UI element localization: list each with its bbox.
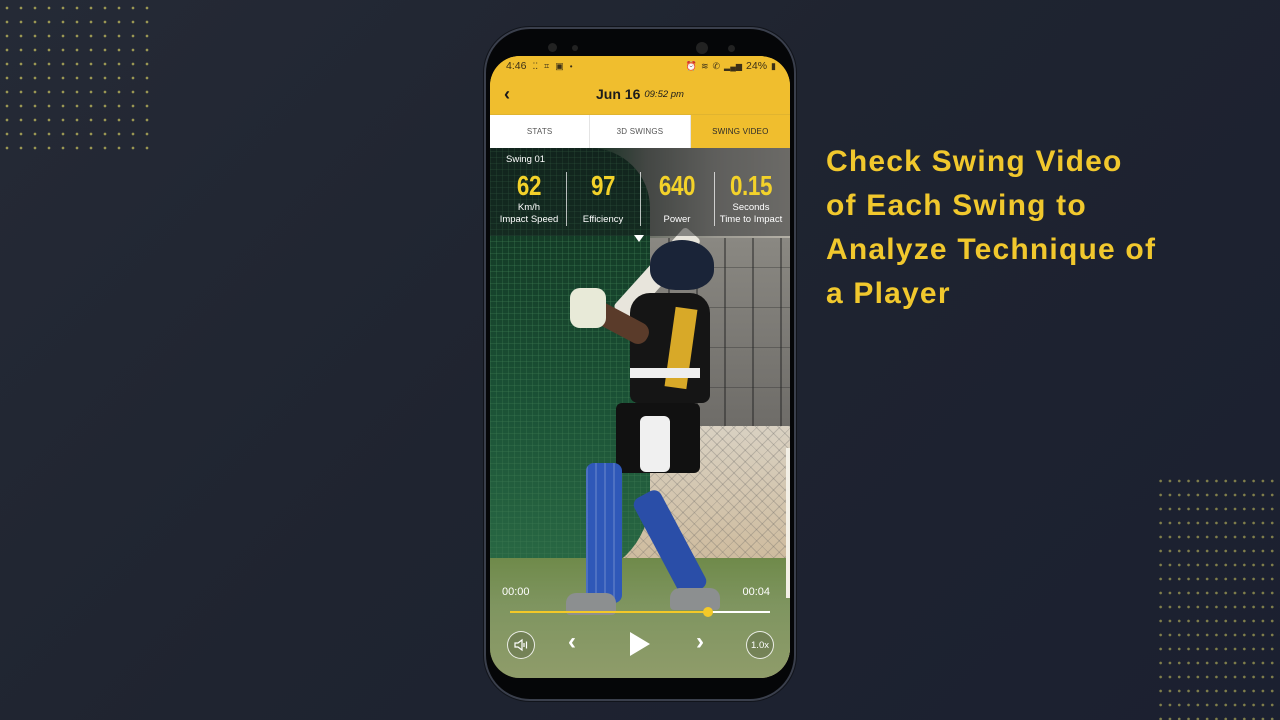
metric-time-to-impact: 0.15 Seconds Time to Impact xyxy=(714,170,788,226)
tab-swing-video[interactable]: SWING VIDEO xyxy=(690,115,790,148)
duration: 00:04 xyxy=(742,586,770,598)
batsman-helmet xyxy=(650,240,714,290)
headline-line: of Each Swing to xyxy=(826,189,1087,222)
tab-stats[interactable]: STATS xyxy=(490,115,591,148)
mute-button[interactable] xyxy=(507,631,535,659)
session-date: Jun 16 xyxy=(596,86,641,102)
chevron-right-icon: › xyxy=(696,628,704,655)
video-stump xyxy=(786,448,790,598)
seek-bar-fill xyxy=(510,611,708,613)
decorative-dot-grid-bottom-right xyxy=(1154,472,1280,720)
swing-metrics: 62 Km/h Impact Speed 97 Efficiency 640 P… xyxy=(492,170,788,226)
seek-bar[interactable] xyxy=(510,607,770,617)
scan-icon: ⌗ xyxy=(544,60,550,71)
batsman-belt xyxy=(630,368,700,378)
status-bar: 4:46 ⁚⁚ ⌗ ▣ • ⏰ ≋ ✆ ▂▄▆ 24% ▮ xyxy=(490,56,790,74)
seek-bar-handle[interactable] xyxy=(702,607,713,617)
metric-unit: Seconds xyxy=(732,202,770,213)
session-time: 09:52 pm xyxy=(644,88,684,100)
swing-video[interactable]: Swing 01 62 Km/h Impact Speed 97 Efficie… xyxy=(490,148,790,678)
metric-name: Power xyxy=(663,214,691,225)
metric-name: Impact Speed xyxy=(499,214,559,225)
volume-icon xyxy=(514,638,528,652)
chevron-left-icon: ‹ xyxy=(568,628,576,655)
metric-name: Time to Impact xyxy=(719,214,783,225)
app-bar: ‹ Jun 16 09:52 pm xyxy=(490,74,790,114)
tab-bar: STATS 3D SWINGS SWING VIDEO xyxy=(490,114,790,148)
play-button[interactable] xyxy=(630,632,650,656)
volte-call-icon: ✆ xyxy=(712,60,721,71)
signal-icon: ▂▄▆ xyxy=(724,61,743,71)
chevron-left-icon: ‹ xyxy=(504,84,510,104)
front-camera-icon xyxy=(548,43,557,52)
sensor-icon xyxy=(572,45,578,51)
screenshot-icon: ⁚⁚ xyxy=(532,60,539,71)
metric-value: 0.15 xyxy=(730,170,772,201)
metric-power: 640 Power xyxy=(640,170,714,226)
current-time: 00:00 xyxy=(502,586,530,598)
tab-3d-swings[interactable]: 3D SWINGS xyxy=(590,115,691,148)
metric-unit xyxy=(566,202,640,214)
playback-speed-button[interactable]: 1.0x xyxy=(746,631,774,659)
metric-impact-speed: 62 Km/h Impact Speed xyxy=(492,170,566,226)
sensor-icon xyxy=(728,45,735,52)
battery-percent: 24% xyxy=(746,60,768,72)
impact-marker-icon xyxy=(634,235,644,242)
headline-line: a Player xyxy=(826,277,951,310)
metric-efficiency: 97 Efficiency xyxy=(566,170,640,226)
metric-value: 97 xyxy=(590,170,616,201)
wifi-icon: ≋ xyxy=(700,60,709,71)
swing-number: Swing 01 xyxy=(506,154,546,165)
cast-icon: ▣ xyxy=(555,60,564,71)
phone-sensors xyxy=(486,41,794,60)
phone-screen: 4:46 ⁚⁚ ⌗ ▣ • ⏰ ≋ ✆ ▂▄▆ 24% ▮ ‹ Jun 16 0… xyxy=(490,56,790,678)
previous-swing-button[interactable]: ‹ xyxy=(568,628,576,656)
metric-unit: Km/h xyxy=(517,202,541,213)
headline-line: Check Swing Video xyxy=(826,145,1123,178)
iris-scanner-icon xyxy=(696,42,708,54)
batsman-gloves xyxy=(570,288,606,328)
battery-icon: ▮ xyxy=(771,60,776,71)
feature-headline: Check Swing Video of Each Swing to Analy… xyxy=(826,140,1226,316)
decorative-dot-grid-top-left xyxy=(0,0,154,150)
back-button[interactable]: ‹ xyxy=(504,84,510,105)
swing-stats-overlay: Swing 01 62 Km/h Impact Speed 97 Efficie… xyxy=(490,148,790,236)
status-time: 4:46 xyxy=(506,60,527,72)
video-controls: 00:00 00:04 ‹ › 1.0x xyxy=(490,578,790,678)
headline-line: Analyze Technique of xyxy=(826,233,1157,266)
metric-name: Efficiency xyxy=(582,214,624,225)
next-swing-button[interactable]: › xyxy=(696,628,704,656)
alarm-icon: ⏰ xyxy=(685,60,697,71)
metric-value: 640 xyxy=(658,170,696,201)
metric-value: 62 xyxy=(516,170,542,201)
phone-mockup: 4:46 ⁚⁚ ⌗ ▣ • ⏰ ≋ ✆ ▂▄▆ 24% ▮ ‹ Jun 16 0… xyxy=(484,27,796,701)
metric-unit xyxy=(640,202,714,214)
batsman-thigh-guard xyxy=(640,416,670,472)
dot-icon: • xyxy=(569,61,573,71)
